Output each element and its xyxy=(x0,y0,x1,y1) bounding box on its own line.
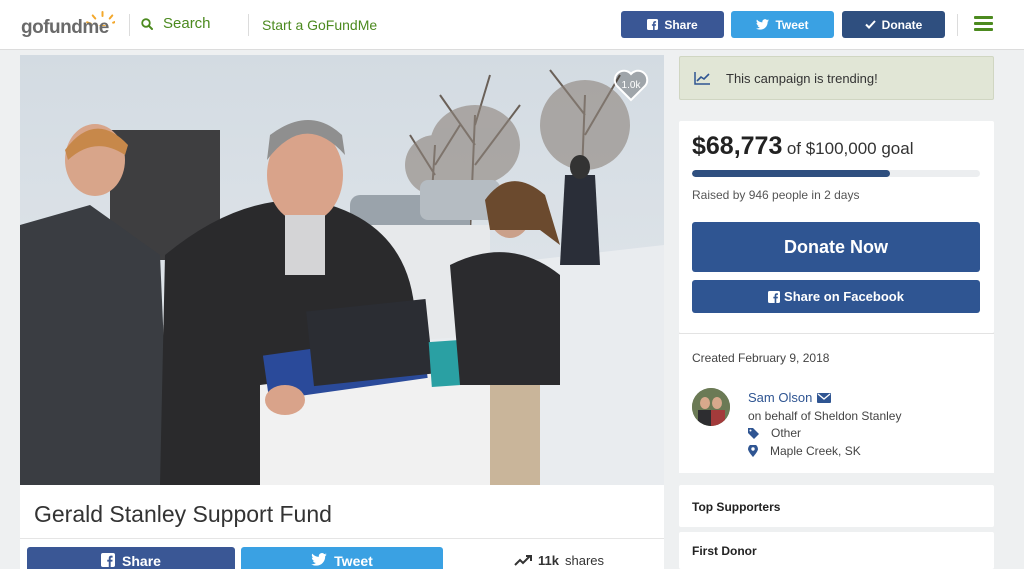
search-icon xyxy=(141,17,153,30)
search-link[interactable]: Search xyxy=(141,15,211,32)
created-date: Created February 9, 2018 xyxy=(692,351,830,365)
organizer-link[interactable]: Sam Olson xyxy=(748,390,832,405)
category-row: Other xyxy=(748,426,801,440)
header-tweet-button[interactable]: Tweet xyxy=(731,11,834,38)
header-divider xyxy=(248,14,249,36)
logo-part-fund: fund xyxy=(43,17,83,38)
first-donor-label: First Donor xyxy=(692,544,757,558)
top-header: gofundme Search Start a GoFundMe Share T… xyxy=(0,0,1024,50)
campaign-title: Gerald Stanley Support Fund xyxy=(34,501,332,527)
logo-part-go: go xyxy=(21,17,44,38)
facebook-icon xyxy=(768,290,781,303)
top-supporters-card[interactable]: Top Supporters xyxy=(679,485,994,527)
on-behalf-text: on behalf of Sheldon Stanley xyxy=(748,409,902,423)
share-facebook-button[interactable]: Share xyxy=(27,547,235,569)
share-on-facebook-button[interactable]: Share on Facebook xyxy=(692,280,980,313)
header-donate-button[interactable]: Donate xyxy=(842,11,945,38)
header-divider xyxy=(957,14,958,36)
chart-icon xyxy=(694,71,710,85)
checkmark-icon xyxy=(864,20,876,29)
amount-summary: $68,773 of $100,000 goal xyxy=(692,132,914,161)
header-divider xyxy=(129,14,130,36)
envelope-icon[interactable] xyxy=(817,392,832,403)
donation-card: $68,773 of $100,000 goal Raised by 946 p… xyxy=(679,121,994,333)
campaign-photo xyxy=(20,55,664,485)
shares-suffix: shares xyxy=(564,553,605,568)
category-label: Other xyxy=(771,426,802,440)
first-donor-card[interactable]: First Donor xyxy=(679,532,994,569)
header-tweet-label: Tweet xyxy=(775,17,809,32)
organizer-name: Sam Olson xyxy=(748,390,813,405)
logo-part-me: me xyxy=(82,17,109,38)
tweet-button[interactable]: Tweet xyxy=(241,547,443,569)
campaign-title-card: Gerald Stanley Support Fund Share Tweet … xyxy=(20,485,664,569)
trending-banner: This campaign is trending! xyxy=(679,56,994,100)
share-facebook-label: Share xyxy=(122,553,161,569)
hamburger-menu-icon[interactable] xyxy=(974,16,993,32)
campaign-info-card: Created February 9, 2018 Sam Olson on be… xyxy=(679,333,994,473)
header-donate-label: Donate xyxy=(881,17,923,32)
donate-now-button[interactable]: Donate Now xyxy=(692,222,980,272)
location-row: Maple Creek, SK xyxy=(748,444,861,458)
share-on-facebook-label: Share on Facebook xyxy=(784,289,904,304)
tweet-label: Tweet xyxy=(334,553,373,569)
campaign-photo-illustration xyxy=(20,55,664,485)
title-divider xyxy=(20,538,664,539)
header-share-button[interactable]: Share xyxy=(621,11,724,38)
map-pin-icon xyxy=(748,445,758,457)
trending-arrow-icon xyxy=(514,555,532,566)
top-supporters-label: Top Supporters xyxy=(692,500,781,514)
facebook-icon xyxy=(647,19,659,30)
search-label: Search xyxy=(163,15,211,32)
progress-bar xyxy=(692,170,980,177)
amount-raised: $68,773 xyxy=(692,132,783,160)
progress-bar-fill xyxy=(692,170,891,177)
goal-text: of $100,000 goal xyxy=(786,139,914,158)
twitter-icon xyxy=(311,553,327,566)
organizer-avatar[interactable] xyxy=(692,388,730,426)
facebook-icon xyxy=(101,553,116,567)
avatar-photo xyxy=(692,388,730,426)
raised-by-text: Raised by 946 people in 2 days xyxy=(692,188,860,202)
shares-count: 11k xyxy=(538,553,559,568)
trending-text: This campaign is trending! xyxy=(726,70,878,86)
start-gofundme-link[interactable]: Start a GoFundMe xyxy=(262,17,377,33)
shares-counter: 11k shares xyxy=(514,553,604,568)
twitter-icon xyxy=(756,19,770,30)
heart-count: 1.0k xyxy=(621,80,641,91)
header-share-label: Share xyxy=(664,17,698,32)
tag-icon xyxy=(748,427,759,439)
location-label: Maple Creek, SK xyxy=(770,444,861,458)
